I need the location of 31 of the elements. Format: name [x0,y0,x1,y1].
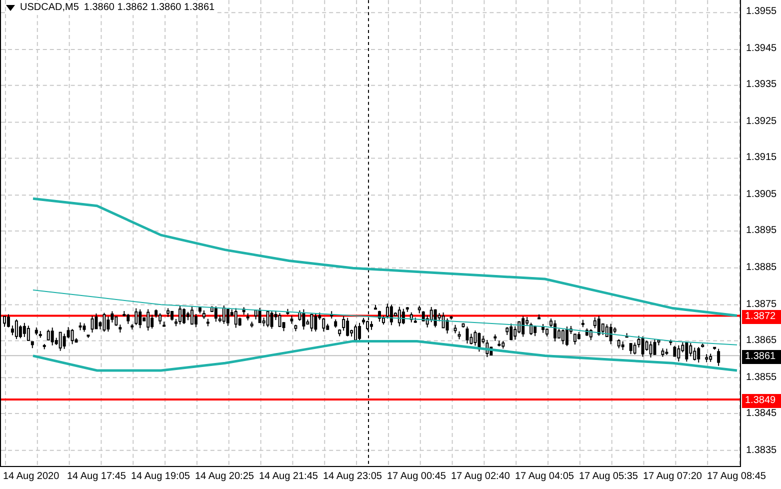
price-axis-label: 1.3925 [746,114,777,129]
price-axis-label: 1.3935 [746,78,777,92]
time-axis-label: 17 Aug 05:35 [579,470,638,484]
dropdown-triangle-icon[interactable] [6,5,15,11]
time-axis-label: 17 Aug 08:45 [707,470,766,484]
time-axis-label: 17 Aug 00:45 [387,470,446,484]
time-axis-label: 17 Aug 02:40 [451,470,510,484]
price-axis-label: 1.3895 [746,224,777,238]
time-axis-label: 14 Aug 2020 [3,470,60,484]
price-axis-label: 1.3875 [746,298,777,312]
price-tag: 1.3872 [742,310,781,324]
price-axis-label: 1.3945 [746,42,777,56]
price-axis-label: 1.3865 [746,334,777,348]
time-axis-label: 14 Aug 23:05 [323,470,382,484]
time-axis-label: 14 Aug 20:25 [195,470,254,484]
chart-symbol: USDCAD,M5 [20,1,79,15]
time-axis-label: 17 Aug 07:20 [643,470,702,484]
time-axis-label: 17 Aug 04:05 [515,470,574,484]
price-tag: 1.3849 [742,394,781,408]
price-axis-label: 1.3955 [746,5,777,20]
price-axis-label: 1.3885 [746,261,777,276]
price-axis-label: 1.3905 [746,188,777,202]
time-axis-label: 14 Aug 21:45 [259,470,318,484]
price-tag: 1.3861 [742,350,781,364]
price-axis-label: 1.3855 [746,370,777,385]
time-axis-label: 14 Aug 19:05 [131,470,190,484]
price-quote: 1.3860 1.3862 1.3860 1.3861 [84,1,215,15]
time-axis-label: 14 Aug 17:45 [67,470,126,484]
price-axis-label: 1.3915 [746,151,777,166]
price-axis-label: 1.3835 [746,444,777,458]
price-axis-label: 1.3845 [746,407,777,422]
